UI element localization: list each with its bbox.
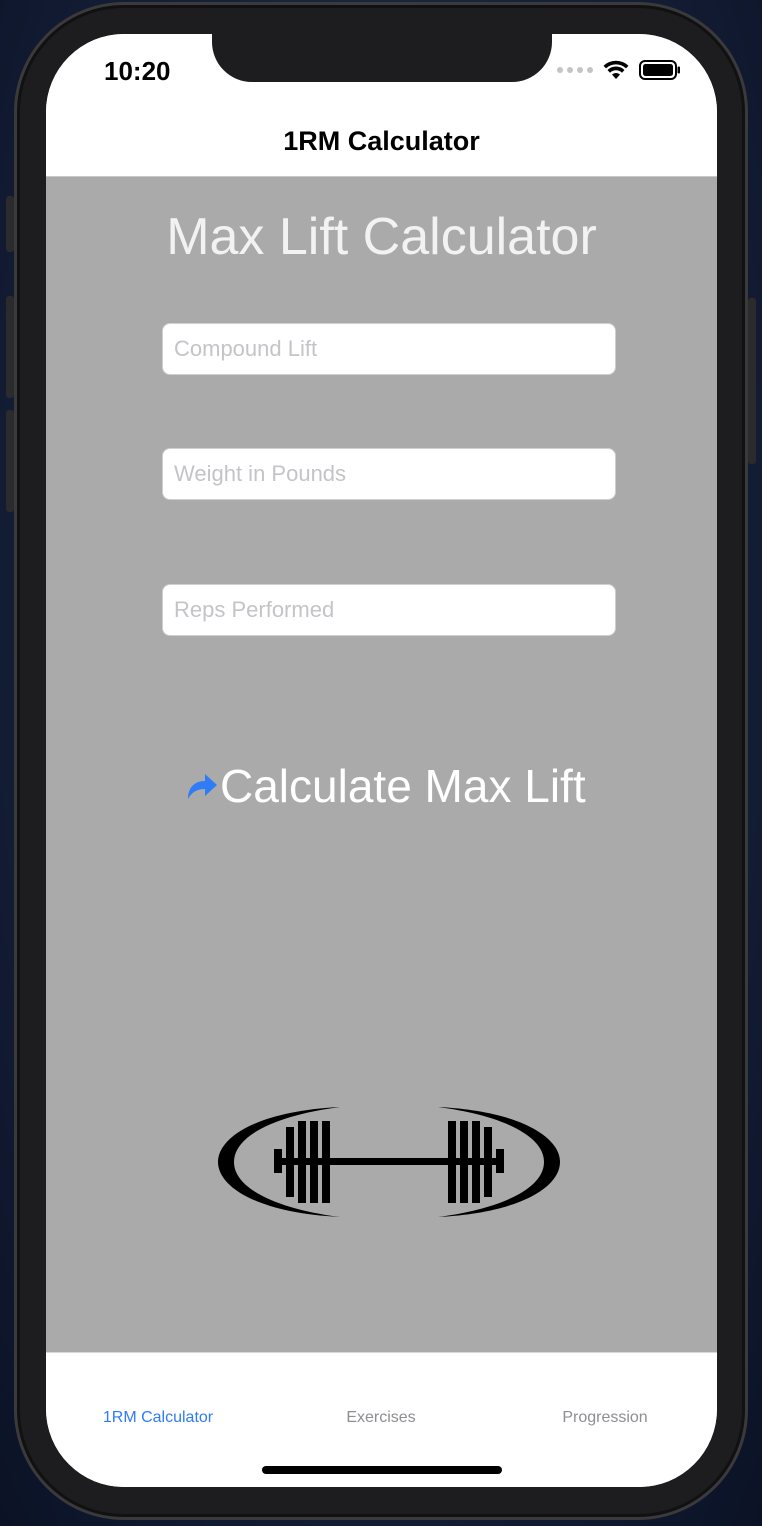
share-arrow-icon (188, 774, 217, 799)
status-time: 10:20 (104, 56, 171, 86)
page-title: Max Lift Calculator (166, 208, 597, 266)
navigation-bar: 1RM Calculator (46, 122, 717, 177)
weight-field[interactable] (162, 448, 616, 500)
status-bar: 10:20 (46, 34, 717, 122)
screen: 10:20 1RM Calculator Max Lift Calculator (46, 34, 717, 1487)
battery-icon (639, 60, 680, 80)
power-button (748, 298, 756, 464)
tab-progression[interactable]: Progression (505, 1409, 705, 1427)
nav-title: 1RM Calculator (283, 126, 480, 156)
barbell-logo-icon (218, 1107, 560, 1217)
volume-down-button (6, 410, 14, 512)
status-indicators (557, 60, 681, 80)
home-indicator[interactable] (262, 1466, 502, 1474)
cellular-signal-icon (557, 67, 593, 73)
calculate-max-lift-button[interactable]: Calculate Max Lift (186, 759, 586, 813)
reps-field[interactable] (162, 584, 616, 636)
tab-exercises[interactable]: Exercises (281, 1409, 481, 1427)
calculate-label: Calculate Max Lift (220, 760, 586, 812)
volume-up-button (6, 296, 14, 398)
wifi-icon (603, 60, 629, 79)
compound-lift-field[interactable] (162, 323, 616, 375)
notch (212, 34, 552, 82)
tab-1rm-calculator[interactable]: 1RM Calculator (58, 1409, 258, 1427)
silent-switch (6, 196, 14, 252)
calculator-content: Max Lift Calculator Calculate Max Lift (46, 177, 717, 1352)
